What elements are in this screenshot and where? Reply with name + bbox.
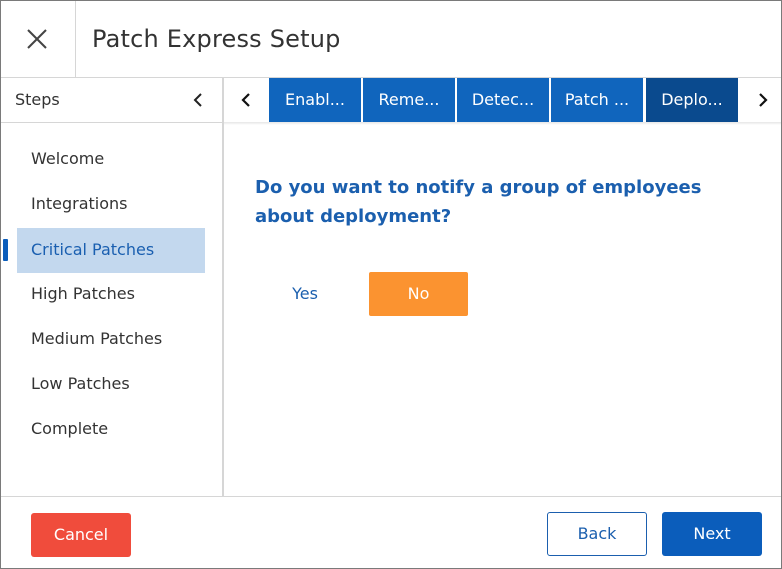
next-button[interactable]: Next [662,512,762,556]
active-step-marker [3,239,8,261]
chevron-right-icon [759,93,768,107]
sidebar-item-critical-patches[interactable]: Critical Patches [17,228,205,273]
tab-patch[interactable]: Patch ... [551,78,643,122]
header: Patch Express Setup [1,1,781,78]
sidebar-item-complete[interactable]: Complete [17,407,205,452]
page-title: Patch Express Setup [92,25,341,53]
collapse-sidebar-button[interactable] [187,88,211,112]
notify-question: Do you want to notify a group of employe… [255,177,702,227]
back-button[interactable]: Back [547,512,647,556]
yes-button[interactable]: Yes [255,272,355,316]
tab-detection[interactable]: Detec... [457,78,549,122]
tab-remediation[interactable]: Reme... [363,78,455,122]
cancel-button[interactable]: Cancel [31,513,131,557]
tabbar-divider [224,122,781,125]
sidebar-item-welcome[interactable]: Welcome [17,137,205,182]
tab-scroll-right-button[interactable] [741,78,781,122]
chevron-left-icon [241,93,250,107]
tab-enable[interactable]: Enabl... [269,78,361,122]
setup-window: Patch Express Setup Steps Welcome Integr… [0,0,782,569]
steps-header: Steps [1,78,222,123]
close-icon [27,29,47,49]
tab-deployment[interactable]: Deplo... [646,78,738,122]
sidebar-item-low-patches[interactable]: Low Patches [17,362,205,407]
chevron-left-icon [193,93,202,107]
substep-tabs: Enabl... Reme... Detec... Patch ... Depl… [224,78,781,122]
steps-heading: Steps [15,90,60,109]
footer: Cancel Back Next [1,496,781,569]
steps-sidebar: Steps Welcome Integrations Critical Patc… [1,78,224,496]
close-button[interactable] [1,1,76,77]
sidebar-item-integrations[interactable]: Integrations [17,182,205,227]
tab-scroll-left-button[interactable] [224,78,268,122]
sidebar-item-high-patches[interactable]: High Patches [17,272,205,317]
no-button[interactable]: No [369,272,468,316]
sidebar-item-medium-patches[interactable]: Medium Patches [17,317,205,362]
